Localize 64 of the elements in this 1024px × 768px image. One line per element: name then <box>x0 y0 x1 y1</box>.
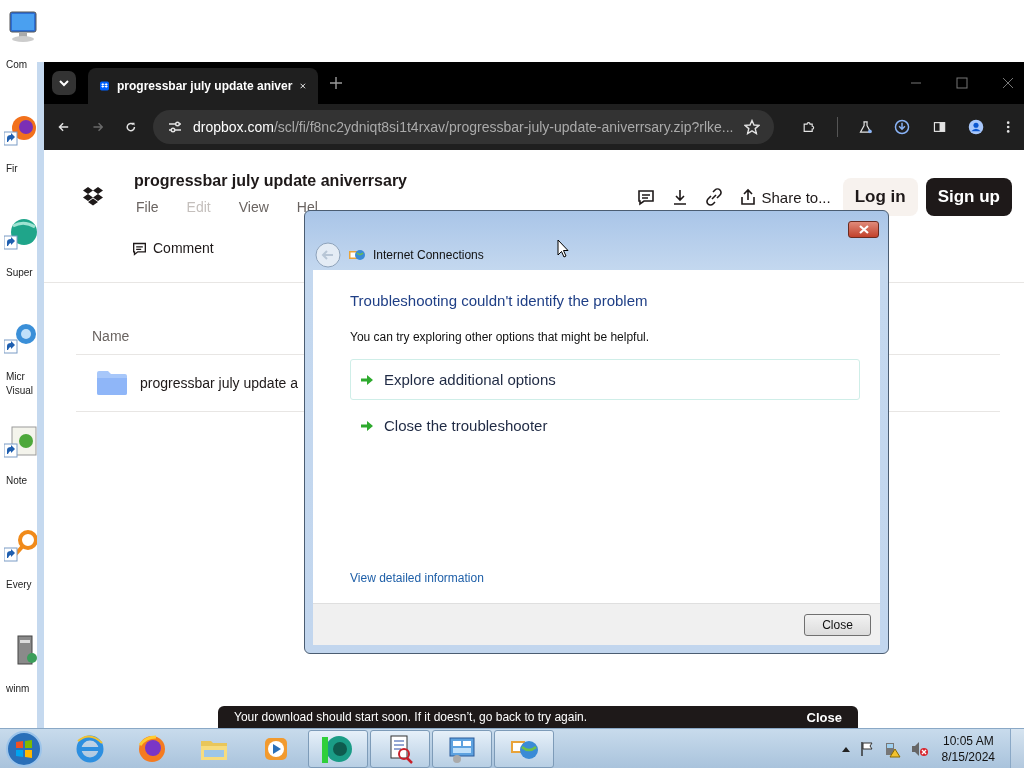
magnifier-shortcut-icon[interactable] <box>4 530 40 562</box>
close-icon[interactable] <box>1002 77 1014 89</box>
close-button[interactable]: Close <box>804 613 871 636</box>
desktop-icon-label[interactable]: Super <box>0 266 37 280</box>
desktop-icon-label[interactable]: Every <box>0 578 37 592</box>
sphere-shortcut-icon[interactable] <box>4 218 40 250</box>
dialog-title: Internet Connections <box>373 247 484 262</box>
start-button[interactable] <box>4 728 44 768</box>
toast-close-button[interactable]: Close <box>806 709 842 725</box>
detail-link[interactable]: View detailed information <box>350 571 860 585</box>
taskbar-button[interactable] <box>308 729 368 768</box>
site-settings-icon[interactable] <box>166 119 183 135</box>
dialog-heading: Troubleshooting couldn't identify the problem <box>350 292 649 309</box>
link-icon[interactable] <box>705 188 724 206</box>
maximize-icon[interactable] <box>956 77 968 89</box>
clock-date: 8/15/2024 <box>941 748 995 765</box>
desktop-icon-label[interactable]: Fir <box>0 162 37 176</box>
toast-message: Your download should start soon. If it doesn’t, go back to try again. <box>234 710 588 724</box>
sign-up-button[interactable]: Sign up <box>925 178 1012 216</box>
file-name: progressbar july update a <box>140 375 298 391</box>
tab-search-button[interactable] <box>52 71 76 95</box>
mouse-cursor-icon <box>557 239 569 258</box>
taskbar-button[interactable] <box>494 729 554 768</box>
clock[interactable]: 10:05 AM 8/15/2024 <box>941 732 995 765</box>
taskbar-button[interactable] <box>432 729 492 768</box>
menu-item[interactable]: View <box>238 199 269 215</box>
letter-e-browser-icon <box>74 732 106 765</box>
desktop-icon-label[interactable]: Micr Visual <box>0 370 37 398</box>
comment-icon[interactable] <box>637 188 656 206</box>
close-icon[interactable] <box>300 81 306 91</box>
desktop-icon-label[interactable]: Note <box>0 474 37 488</box>
flask-icon[interactable] <box>859 118 873 136</box>
log-in-button[interactable]: Log in <box>842 178 918 216</box>
browser-tab[interactable]: progressbar july update aniver <box>88 68 318 104</box>
close-button[interactable] <box>848 221 879 238</box>
desktop-icon-label[interactable]: Com <box>0 58 37 72</box>
network-globe-icon <box>349 247 365 262</box>
folder-icon <box>96 370 128 396</box>
option-link[interactable]: Close the troubleshooter <box>350 405 860 446</box>
comment-button[interactable]: Comment <box>132 238 214 258</box>
option-link[interactable]: Explore additional options <box>350 359 860 400</box>
box-logo-icon[interactable] <box>82 186 104 206</box>
document-title: progressbar july update aniverrsary <box>134 172 407 190</box>
tab-title: progressbar july update aniver <box>117 79 293 93</box>
comment-icon <box>132 240 147 256</box>
menu-item[interactable]: File <box>136 199 159 215</box>
clock-time: 10:05 AM <box>942 732 994 749</box>
share-button[interactable]: Share to... <box>739 188 831 206</box>
flag-icon[interactable] <box>858 740 875 757</box>
chevron-up-icon[interactable] <box>841 745 850 752</box>
column-header[interactable]: Name <box>92 327 130 344</box>
taskbar-button[interactable] <box>370 729 430 768</box>
url-text: dropbox.com/scl/fi/f8nc2ydniqt8si1t4rxav/progressbar-july-update-aniverrsary.zip?rlke... <box>192 119 734 135</box>
arrow-icon <box>360 419 374 432</box>
dialog-message: You can try exploring other options that might be helpful. <box>350 330 651 344</box>
share-icon <box>739 188 758 206</box>
menu-icon[interactable] <box>1005 118 1010 136</box>
address-bar[interactable]: dropbox.com/scl/fi/f8nc2ydniqt8si1t4rxav/progressbar-july-update-aniverrsary.zip?rlke... <box>152 110 774 144</box>
desktop-icon-label[interactable]: winm <box>0 682 37 696</box>
new-tab-icon[interactable] <box>330 77 342 89</box>
notepad-shortcut-icon[interactable] <box>4 426 40 458</box>
star-icon[interactable] <box>743 119 760 135</box>
close-icon <box>858 225 869 234</box>
arrow-icon <box>360 373 374 386</box>
